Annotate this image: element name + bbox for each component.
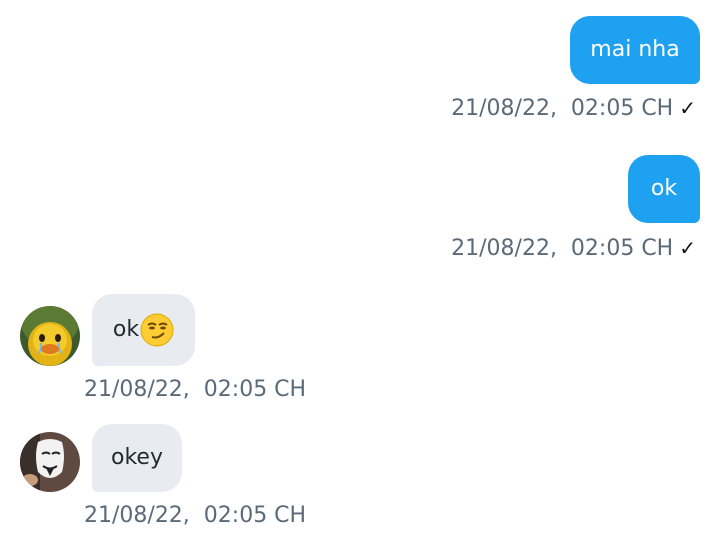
message-text: mai nha — [590, 37, 680, 62]
message-meta: 21/08/22, 02:05 CH — [84, 503, 306, 529]
duck-avatar[interactable] — [20, 306, 80, 366]
message-text: ok — [112, 317, 140, 342]
message-text: okey — [111, 445, 163, 470]
message-timestamp: 21/08/22, 02:05 CH — [451, 236, 674, 261]
message-meta: 21/08/22, 02:05 CH ✓ — [451, 235, 696, 262]
message-timestamp: 21/08/22, 02:05 CH — [84, 503, 307, 528]
outgoing-message-bubble[interactable]: ok — [628, 155, 700, 223]
incoming-message-bubble[interactable]: okey — [92, 424, 182, 492]
message-timestamp: 21/08/22, 02:05 CH — [451, 96, 674, 121]
mask-avatar-image — [20, 432, 80, 492]
sent-check-icon: ✓ — [679, 236, 696, 260]
message-meta: 21/08/22, 02:05 CH — [84, 377, 306, 403]
chat-thread: mai nha 21/08/22, 02:05 CH ✓ ok 21/08/22,… — [0, 0, 720, 560]
smirking-face-icon — [140, 313, 174, 347]
sent-check-icon: ✓ — [679, 96, 696, 120]
outgoing-message-bubble[interactable]: mai nha — [570, 16, 700, 84]
message-meta: 21/08/22, 02:05 CH ✓ — [451, 95, 696, 122]
message-text: ok — [650, 176, 678, 201]
duck-avatar-image — [20, 306, 80, 366]
message-timestamp: 21/08/22, 02:05 CH — [84, 377, 307, 402]
mask-avatar[interactable] — [20, 432, 80, 492]
incoming-message-bubble[interactable]: ok — [92, 294, 195, 366]
